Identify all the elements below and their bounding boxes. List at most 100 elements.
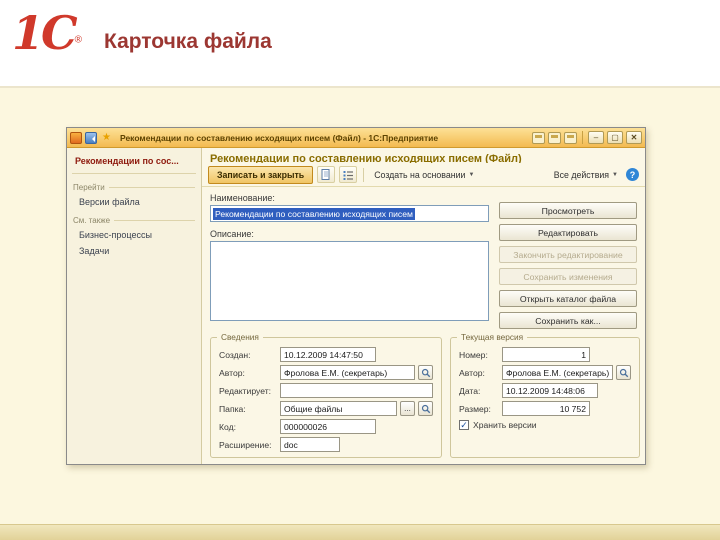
all-actions-label: Все действия <box>553 169 610 180</box>
sidebar-item-file-versions[interactable]: Версии файла <box>67 194 201 210</box>
created-label: Создан: <box>219 349 251 360</box>
extension-input[interactable]: doc <box>280 437 340 452</box>
create-based-on-button[interactable]: Создать на основании ▼ <box>370 168 478 182</box>
info-group-legend: Сведения <box>217 332 263 342</box>
description-input[interactable] <box>210 241 489 321</box>
sidebar-item-tasks[interactable]: Задачи <box>67 243 201 259</box>
magnifier-icon <box>421 368 430 377</box>
description-field-label: Описание: <box>210 229 254 239</box>
panel-icon-1[interactable] <box>532 131 545 144</box>
fields-column: Наименование: Рекомендации по составлени… <box>210 193 489 329</box>
version-group-legend: Текущая версия <box>457 332 528 342</box>
version-author-lookup-button[interactable] <box>616 365 632 380</box>
extension-row: Расширение: doc <box>219 437 433 452</box>
version-size-input[interactable]: 10 752 <box>502 401 590 416</box>
sidebar-group-label: Перейти <box>73 183 105 192</box>
version-number-label: Номер: <box>459 349 488 360</box>
form-main: Рекомендации по составлению исходящих пи… <box>202 148 645 464</box>
code-input[interactable]: 000000026 <box>280 419 376 434</box>
create-based-on-label: Создать на основании <box>374 169 466 180</box>
view-button[interactable]: Просмотреть <box>499 202 637 219</box>
folder-row: Папка: Общие файлы ... <box>219 401 433 416</box>
sidebar-divider <box>72 173 196 174</box>
sidebar: Рекомендации по сос... Перейти Версии фа… <box>67 148 202 464</box>
open-file-folder-button[interactable]: Открыть каталог файла <box>499 290 637 307</box>
panel-icon-3[interactable] <box>564 131 577 144</box>
sidebar-group-label: См. также <box>73 216 111 225</box>
edit-button[interactable]: Редактировать <box>499 224 637 241</box>
keep-versions-checkbox[interactable]: ✓ <box>459 420 469 430</box>
code-label: Код: <box>219 421 236 432</box>
page-title: Карточка файла <box>104 30 272 53</box>
keep-versions-row: ✓ Хранить версии <box>459 420 631 430</box>
author-row: Автор: Фролова Е.М. (секретарь) <box>219 365 433 380</box>
name-field-label: Наименование: <box>210 193 275 203</box>
app-window: ★ Рекомендации по составлению исходящих … <box>66 127 646 465</box>
list-icon <box>343 170 353 180</box>
save-as-button[interactable]: Сохранить как... <box>499 312 637 329</box>
version-author-input[interactable]: Фролова Е.М. (секретарь) <box>502 365 614 380</box>
toolbar-separator <box>363 167 365 182</box>
close-button[interactable]: ✕ <box>626 131 642 144</box>
file-icon <box>321 169 330 180</box>
nav-back-icon[interactable] <box>85 131 97 144</box>
form-body: Наименование: Рекомендации по составлени… <box>202 187 645 331</box>
version-date-label: Дата: <box>459 385 481 396</box>
save-changes-button: Сохранить изменения <box>499 268 637 285</box>
version-number-row: Номер: 1 <box>459 347 631 362</box>
name-input-selected-text: Рекомендации по составлению исходящих пи… <box>213 207 415 220</box>
keep-versions-label: Хранить версии <box>473 420 537 430</box>
extension-label: Расширение: <box>219 439 272 450</box>
editing-input[interactable] <box>280 383 433 398</box>
folder-choose-button[interactable]: ... <box>400 401 415 416</box>
folder-lookup-button[interactable] <box>418 401 433 416</box>
version-number-input[interactable]: 1 <box>502 347 590 362</box>
window-titlebar[interactable]: ★ Рекомендации по составлению исходящих … <box>67 128 645 148</box>
editing-row: Редактирует: <box>219 383 433 398</box>
favorites-star-icon[interactable]: ★ <box>100 132 113 144</box>
created-input[interactable]: 10.12.2009 14:47:50 <box>280 347 376 362</box>
window-title: Рекомендации по составлению исходящих пи… <box>120 132 439 143</box>
help-button[interactable]: ? <box>626 168 639 181</box>
finish-editing-button: Закончить редактирование <box>499 246 637 263</box>
name-input[interactable]: Рекомендации по составлению исходящих пи… <box>210 205 489 222</box>
folder-label: Папка: <box>219 403 246 414</box>
group-boxes: Сведения Создан: 10.12.2009 14:47:50 Авт… <box>202 331 645 464</box>
sidebar-group-line <box>114 220 195 221</box>
save-icon-button[interactable] <box>317 166 336 183</box>
panel-icon-2[interactable] <box>548 131 561 144</box>
author-label: Автор: <box>219 367 245 378</box>
magnifier-icon <box>421 404 430 413</box>
form-title: Рекомендации по составлению исходящих пи… <box>210 153 522 163</box>
all-actions-button[interactable]: Все действия ▼ <box>550 168 622 182</box>
author-input[interactable]: Фролова Е.М. (секретарь) <box>280 365 415 380</box>
slide-header: 1С® Карточка файла <box>0 0 720 88</box>
sidebar-group-line <box>108 187 195 188</box>
sidebar-header: Рекомендации по сос... <box>75 156 179 166</box>
folder-input[interactable]: Общие файлы <box>280 401 397 416</box>
maximize-button[interactable]: ▢ <box>607 131 623 144</box>
author-lookup-button[interactable] <box>418 365 433 380</box>
slide: 1С® Карточка файла ★ Рекомендации по сос… <box>0 0 720 540</box>
sidebar-item-business-processes[interactable]: Бизнес-процессы <box>67 227 201 243</box>
logo-text: 1С <box>12 6 78 60</box>
created-row: Создан: 10.12.2009 14:47:50 <box>219 347 433 362</box>
titlebar-separator <box>582 131 583 144</box>
list-icon-button[interactable] <box>339 166 358 183</box>
code-row: Код: 000000026 <box>219 419 433 434</box>
slide-footer <box>0 524 720 540</box>
version-author-label: Автор: <box>459 367 485 378</box>
editing-label: Редактирует: <box>219 385 272 396</box>
chevron-down-icon: ▼ <box>612 171 618 178</box>
version-size-label: Размер: <box>459 403 491 414</box>
chevron-down-icon: ▼ <box>468 171 475 178</box>
version-date-input[interactable]: 10.12.2009 14:48:06 <box>502 383 598 398</box>
app-icon <box>70 131 82 144</box>
form-toolbar: Записать и закрыть Создать на основании … <box>202 163 645 187</box>
sidebar-group-see-also: См. также <box>67 210 201 227</box>
sidebar-group-navigate: Перейти <box>67 177 201 194</box>
minimize-button[interactable]: – <box>588 131 604 144</box>
version-author-row: Автор: Фролова Е.М. (секретарь) <box>459 365 632 380</box>
file-actions-column: Просмотреть Редактировать Закончить реда… <box>499 193 637 329</box>
save-and-close-button[interactable]: Записать и закрыть <box>208 165 314 184</box>
